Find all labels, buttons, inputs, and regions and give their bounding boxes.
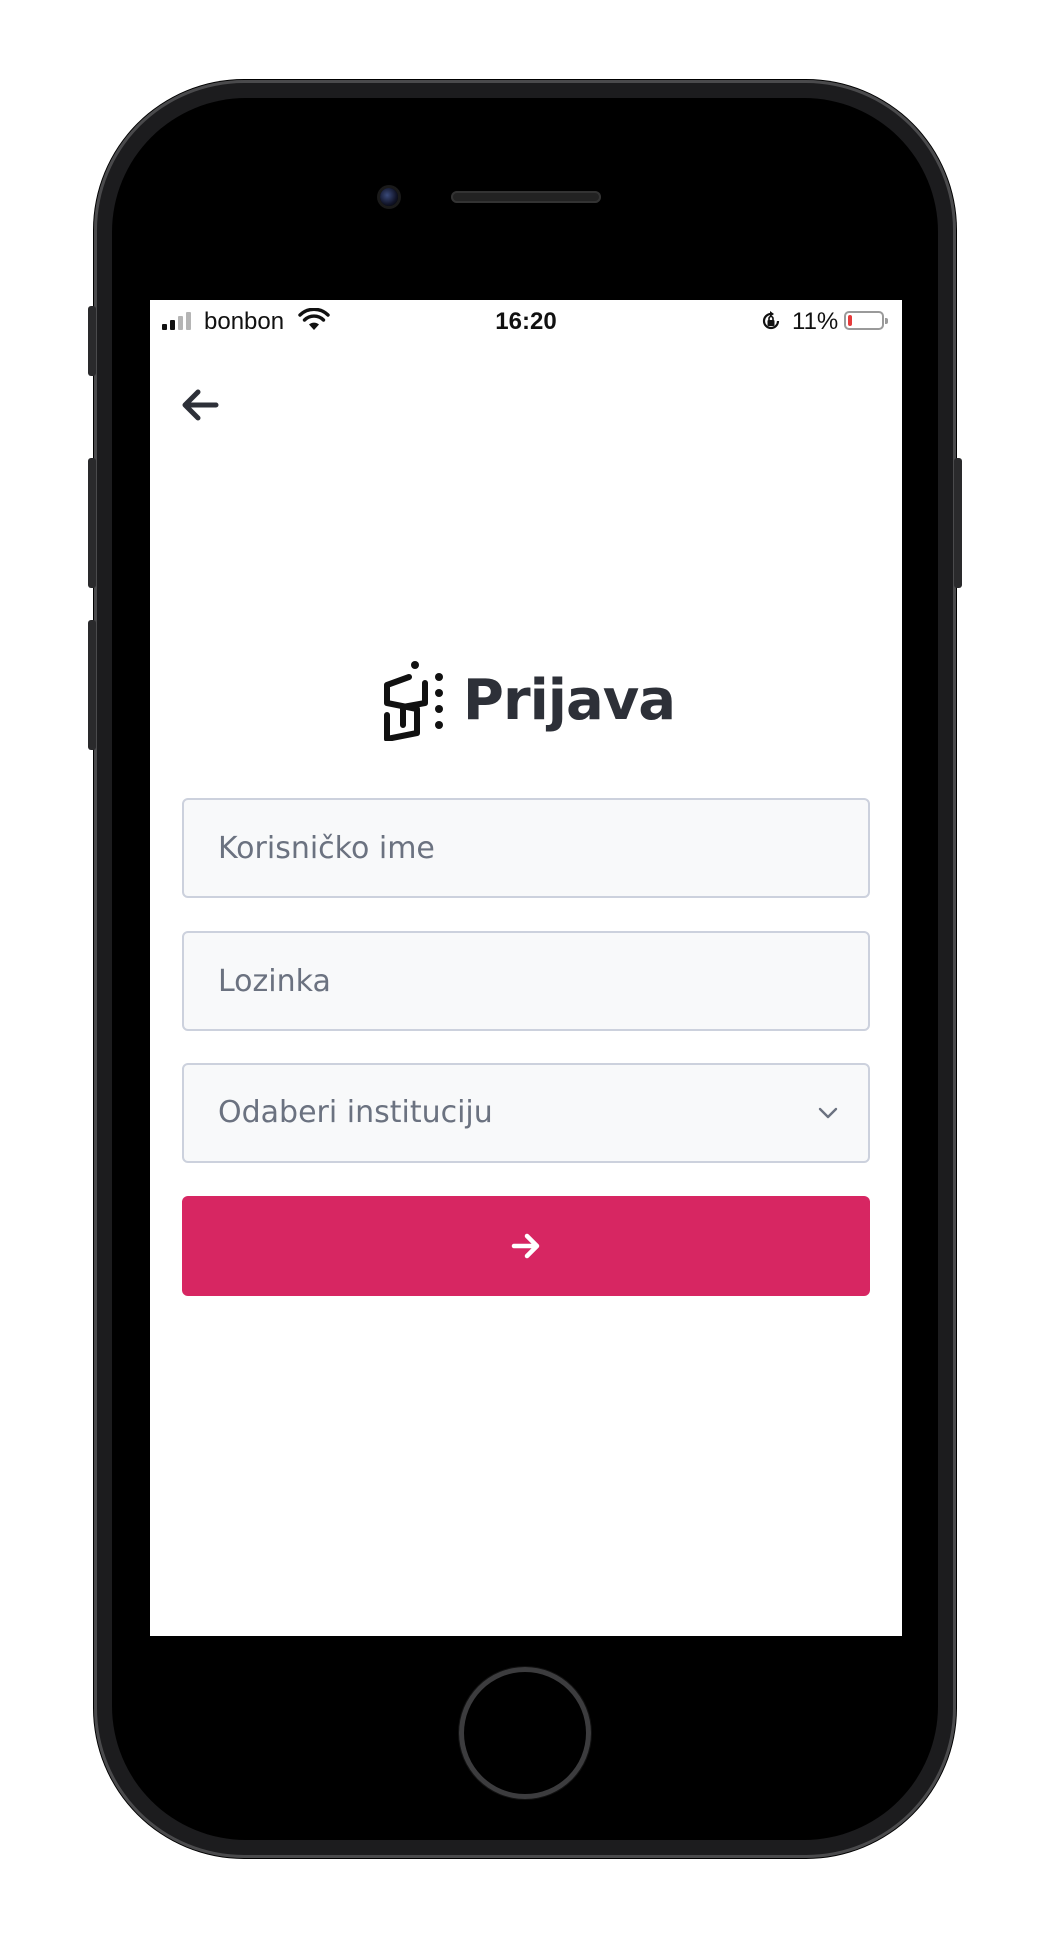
- arrow-right-icon: [511, 1233, 540, 1259]
- institution-select[interactable]: Odaberi instituciju: [182, 1063, 870, 1163]
- arrow-left-icon: [182, 389, 219, 421]
- status-time: 16:20: [495, 308, 557, 335]
- login-submit-button[interactable]: [182, 1196, 870, 1296]
- brand-logo-icon: [383, 661, 443, 741]
- front-camera: [380, 188, 398, 206]
- username-input[interactable]: [182, 798, 870, 898]
- chevron-down-icon: [818, 1107, 838, 1119]
- battery-icon: [844, 311, 888, 330]
- rotation-lock-icon: [762, 311, 780, 330]
- earpiece-speaker: [451, 191, 601, 203]
- home-button[interactable]: [459, 1667, 591, 1799]
- password-input[interactable]: [182, 931, 870, 1031]
- page-title: Prijava: [462, 667, 676, 733]
- battery-level: [848, 315, 852, 326]
- status-bar: bonbon 16:20 11%: [150, 300, 902, 342]
- login-header: Prijava: [150, 650, 902, 750]
- mute-switch: [88, 306, 96, 376]
- institution-select-label: Odaberi instituciju: [218, 1095, 493, 1130]
- app-screen: bonbon 16:20 11% Prijava Korisničko ime …: [150, 300, 902, 1636]
- volume-up-button: [88, 458, 96, 588]
- battery-percentage: 11%: [792, 308, 839, 335]
- power-button: [954, 458, 962, 588]
- volume-down-button: [88, 620, 96, 750]
- back-button[interactable]: [176, 380, 226, 430]
